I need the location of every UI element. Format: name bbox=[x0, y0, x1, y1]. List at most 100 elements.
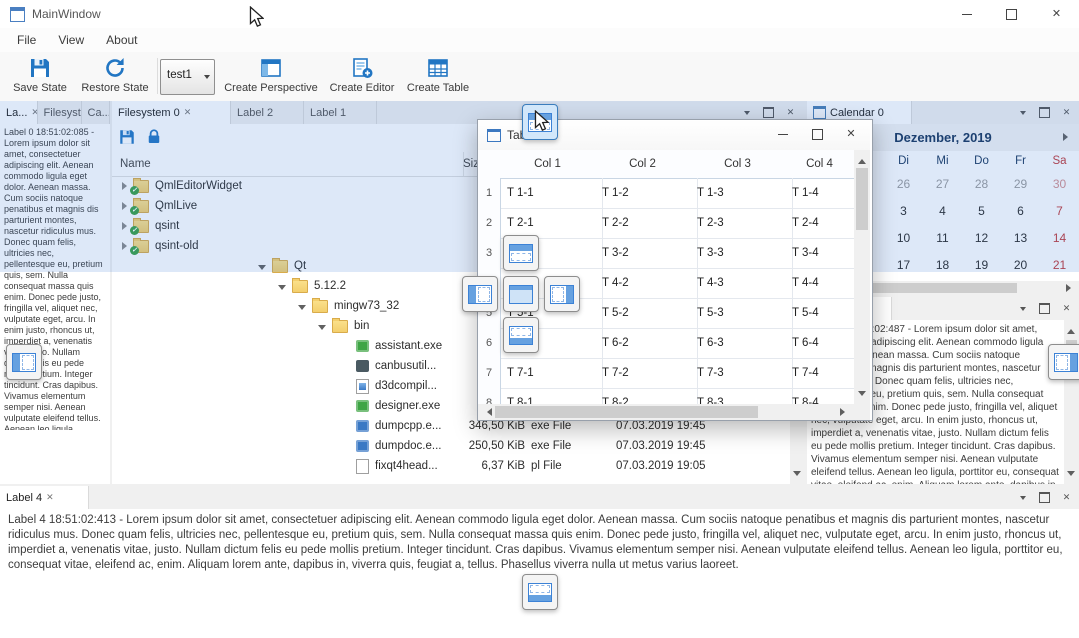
calendar-date[interactable]: 27 bbox=[923, 171, 962, 198]
table-cell[interactable]: T 1-4 bbox=[785, 178, 854, 209]
dock-close-button[interactable]: ✕ bbox=[1058, 489, 1075, 506]
table-cell[interactable]: T 2-4 bbox=[785, 208, 854, 239]
calendar-date-weekend[interactable]: 30 bbox=[1040, 171, 1079, 198]
calendar-date[interactable]: 5 bbox=[962, 198, 1001, 225]
perspective-combobox[interactable]: test1 bbox=[160, 59, 215, 95]
chevron-down-icon[interactable] bbox=[298, 305, 306, 310]
filesystem-save-button[interactable] bbox=[118, 128, 136, 149]
table-row-header[interactable]: 8 bbox=[478, 388, 501, 404]
dock-close-button[interactable]: ✕ bbox=[1058, 104, 1075, 121]
table-cell[interactable]: T 2-3 bbox=[690, 208, 793, 239]
splitter-horizontal[interactable] bbox=[0, 484, 1079, 486]
tab-label1[interactable]: Label 1 bbox=[304, 101, 377, 124]
calendar-date[interactable]: 11 bbox=[923, 225, 962, 252]
drop-indicator-cross-right[interactable] bbox=[544, 276, 580, 312]
drop-indicator-cross-bottom[interactable] bbox=[503, 317, 539, 353]
tab-label2[interactable]: Label 2 bbox=[231, 101, 304, 124]
scroll-down-icon[interactable] bbox=[1067, 471, 1075, 480]
drop-indicator-cross-top[interactable] bbox=[503, 235, 539, 271]
table-cell[interactable]: T 1-3 bbox=[690, 178, 793, 209]
scrollbar-thumb[interactable] bbox=[856, 168, 868, 230]
chevron-right-icon[interactable] bbox=[122, 222, 127, 230]
menu-view[interactable]: View bbox=[47, 33, 95, 47]
table-cell[interactable]: T 6-4 bbox=[785, 328, 854, 359]
table-cell[interactable]: T 1-2 bbox=[595, 178, 698, 209]
calendar-date[interactable]: 13 bbox=[1001, 225, 1040, 252]
splitter-vertical[interactable] bbox=[110, 101, 112, 484]
tab-calendar1[interactable]: Ca... bbox=[82, 101, 110, 124]
table-cell[interactable]: T 4-3 bbox=[690, 268, 793, 299]
table-cell[interactable]: T 3-2 bbox=[595, 238, 698, 269]
scroll-left-icon[interactable] bbox=[483, 408, 492, 416]
calendar-date-weekend[interactable]: 14 bbox=[1040, 225, 1079, 252]
filesystem-lock-button[interactable] bbox=[145, 128, 163, 149]
dock-menu-button[interactable] bbox=[1014, 104, 1031, 121]
calendar-date[interactable]: 4 bbox=[923, 198, 962, 225]
table-row-header[interactable]: 1 bbox=[478, 178, 501, 209]
calendar-date[interactable]: 26 bbox=[884, 171, 923, 198]
calendar-date[interactable]: 17 bbox=[884, 252, 923, 279]
calendar-date[interactable]: 12 bbox=[962, 225, 1001, 252]
table-cell[interactable]: T 7-4 bbox=[785, 358, 854, 389]
table-cell[interactable]: T 7-1 bbox=[500, 358, 603, 389]
scroll-right-icon[interactable] bbox=[1066, 284, 1075, 292]
tree-row[interactable]: fixqt4head...6,37 KiBpl File07.03.2019 1… bbox=[112, 456, 789, 476]
table-cell[interactable]: T 8-1 bbox=[500, 388, 603, 404]
minimize-button[interactable] bbox=[766, 123, 800, 145]
tab-filesystem0[interactable]: Filesystem 0 ✕ bbox=[112, 101, 231, 124]
calendar-date[interactable]: 20 bbox=[1001, 252, 1040, 279]
create-table-button[interactable]: Create Table bbox=[404, 56, 472, 94]
create-editor-button[interactable]: Create Editor bbox=[326, 56, 398, 94]
calendar-date-weekend[interactable]: 7 bbox=[1040, 198, 1079, 225]
table-cell[interactable]: T 3-3 bbox=[690, 238, 793, 269]
table-cell[interactable]: T 1-1 bbox=[500, 178, 603, 209]
table-row-header[interactable]: 2 bbox=[478, 208, 501, 239]
menu-about[interactable]: About bbox=[95, 33, 148, 47]
drop-indicator-left-edge[interactable] bbox=[6, 344, 42, 380]
calendar-date[interactable]: 19 bbox=[962, 252, 1001, 279]
tab-close-icon[interactable]: ✕ bbox=[46, 492, 54, 503]
chevron-right-icon[interactable] bbox=[122, 202, 127, 210]
restore-state-button[interactable]: Restore State bbox=[76, 56, 154, 94]
calendar-date[interactable]: 10 bbox=[884, 225, 923, 252]
maximize-button[interactable] bbox=[989, 0, 1034, 28]
table-cell[interactable]: T 7-2 bbox=[595, 358, 698, 389]
chevron-down-icon[interactable] bbox=[278, 285, 286, 290]
chevron-down-icon[interactable] bbox=[258, 265, 266, 270]
table-row-header[interactable]: 6 bbox=[478, 328, 501, 359]
table-cell[interactable]: T 8-4 bbox=[785, 388, 854, 404]
save-state-button[interactable]: Save State bbox=[8, 56, 72, 94]
dock-float-button[interactable] bbox=[1036, 104, 1053, 121]
chevron-right-icon[interactable] bbox=[122, 182, 127, 190]
scroll-up-icon[interactable] bbox=[858, 155, 866, 164]
table-cell[interactable]: T 8-3 bbox=[690, 388, 793, 404]
table-cell[interactable]: T 6-2 bbox=[595, 328, 698, 359]
tab-label4[interactable]: Label 4 ✕ bbox=[0, 486, 89, 509]
calendar-date[interactable]: 29 bbox=[1001, 171, 1040, 198]
dock-close-button[interactable]: ✕ bbox=[1058, 300, 1075, 317]
column-header-name[interactable]: Name bbox=[112, 152, 464, 176]
drop-indicator-cross-left[interactable] bbox=[462, 276, 498, 312]
create-perspective-button[interactable]: Create Perspective bbox=[222, 56, 320, 94]
table-cell[interactable]: T 5-4 bbox=[785, 298, 854, 329]
drop-indicator-bottom-edge[interactable] bbox=[522, 574, 558, 610]
close-button[interactable]: ✕ bbox=[1034, 0, 1079, 28]
drop-indicator-right-edge[interactable] bbox=[1048, 344, 1079, 380]
calendar-date[interactable]: 28 bbox=[962, 171, 1001, 198]
table-column-header[interactable]: Col 4 bbox=[785, 150, 854, 179]
dock-menu-button[interactable] bbox=[1014, 489, 1031, 506]
table-cell[interactable]: T 7-3 bbox=[690, 358, 793, 389]
calendar-date-weekend[interactable]: 21 bbox=[1040, 252, 1079, 279]
table-vscrollbar[interactable] bbox=[854, 150, 870, 404]
table-cell[interactable]: T 5-3 bbox=[690, 298, 793, 329]
table-column-header[interactable]: Col 2 bbox=[595, 150, 691, 179]
scrollbar-thumb[interactable] bbox=[495, 406, 758, 418]
table-column-header[interactable]: Col 3 bbox=[690, 150, 786, 179]
close-button[interactable]: ✕ bbox=[834, 123, 868, 145]
drop-indicator-top-edge[interactable] bbox=[522, 104, 558, 140]
chevron-down-icon[interactable] bbox=[318, 325, 326, 330]
table-hscrollbar[interactable] bbox=[478, 404, 854, 420]
drop-indicator-cross-center[interactable] bbox=[503, 276, 539, 312]
minimize-button[interactable] bbox=[944, 0, 989, 28]
scroll-down-icon[interactable] bbox=[858, 391, 866, 400]
